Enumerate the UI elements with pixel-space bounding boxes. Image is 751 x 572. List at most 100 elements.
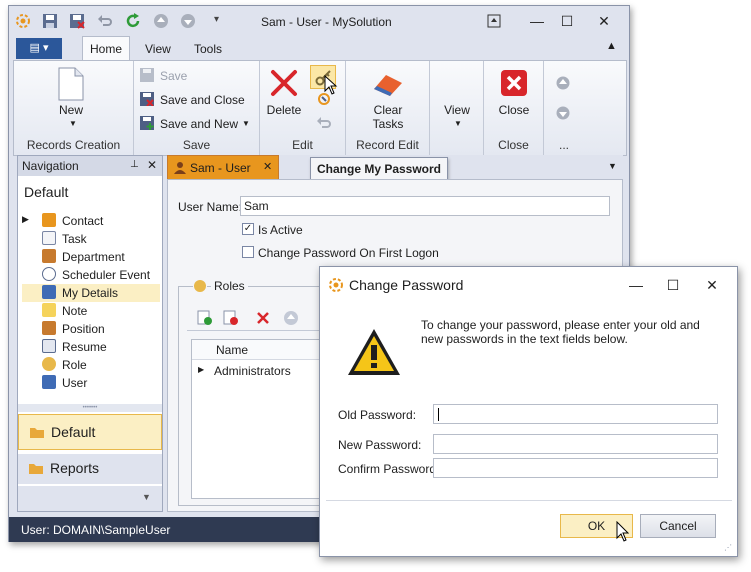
user-name-field[interactable]: Sam: [240, 196, 610, 216]
nav-item-task[interactable]: Task: [26, 230, 162, 248]
dialog-minimize-button[interactable]: —: [626, 275, 646, 295]
table-row[interactable]: ▶ Administrators: [192, 361, 320, 381]
change-password-dialog: Change Password — ☐ ✕ To change your pas…: [319, 266, 738, 557]
delete-icon: [271, 70, 297, 96]
tab-home[interactable]: Home: [82, 36, 130, 62]
delete-button[interactable]: Delete: [264, 103, 304, 117]
dialog-message: To change your password, please enter yo…: [421, 318, 700, 346]
my-details-icon: [42, 285, 56, 299]
ribbon-tab-row: ▤ ▾ Home View Tools ▲: [9, 36, 629, 62]
undo-icon[interactable]: [97, 13, 113, 29]
change-password-label: Change Password On First Logon: [258, 246, 439, 260]
nav-item-position[interactable]: Position: [26, 320, 162, 338]
warning-icon: [348, 329, 400, 375]
change-password-checkbox[interactable]: [242, 246, 254, 258]
dialog-title: Change Password: [349, 277, 464, 293]
navigation-panel: Navigation ⊥ ✕ Default ▶ Contact Task De…: [17, 155, 163, 512]
customize-toolbar-icon[interactable]: ▾: [214, 14, 219, 25]
tab-list-icon[interactable]: ▼: [608, 161, 617, 171]
mouse-cursor-icon: [324, 75, 338, 95]
pin-icon[interactable]: ⊥: [130, 159, 139, 170]
status-user: User: DOMAIN\SampleUser: [21, 523, 171, 537]
next-record-icon[interactable]: [180, 13, 196, 29]
new-dropdown-icon[interactable]: ▼: [69, 119, 77, 128]
nav-item-department[interactable]: Department: [26, 248, 162, 266]
group-label: Close: [498, 138, 529, 152]
close-button[interactable]: Close: [484, 103, 544, 117]
mouse-cursor-icon: [616, 521, 630, 542]
nav-options-icon[interactable]: ▼: [142, 492, 151, 502]
maximize-button[interactable]: ☐: [557, 11, 577, 31]
file-menu-button[interactable]: ▤ ▾: [16, 38, 62, 59]
department-icon: [42, 249, 56, 263]
new-password-field[interactable]: [433, 434, 718, 454]
user-icon: [42, 375, 56, 389]
save-and-new-dropdown-icon[interactable]: ▼: [242, 119, 250, 128]
clear-tasks-button[interactable]: Clear Tasks: [360, 103, 416, 131]
delete-role-icon[interactable]: [255, 310, 271, 326]
link-role-icon[interactable]: [197, 310, 213, 326]
ribbon: New ▼ Records Creation Save Save and Clo…: [13, 60, 627, 156]
save-and-new-button[interactable]: Save and New: [160, 117, 238, 131]
tab-view[interactable]: View: [145, 42, 171, 56]
previous-record-icon[interactable]: [153, 13, 169, 29]
nav-item-note[interactable]: Note: [26, 302, 162, 320]
next-object-icon[interactable]: [556, 106, 570, 120]
resize-grip-icon[interactable]: ⋰: [724, 543, 732, 552]
resume-icon: [42, 339, 56, 353]
new-button[interactable]: New: [49, 103, 93, 117]
undo-edit-icon[interactable]: [316, 115, 332, 131]
nav-item-user[interactable]: User: [26, 374, 162, 392]
previous-object-icon[interactable]: [556, 76, 570, 90]
group-view: View ▼: [430, 61, 484, 155]
clear-tasks-label-1: Clear: [373, 103, 403, 117]
old-password-field[interactable]: [433, 404, 718, 424]
view-button[interactable]: View: [430, 103, 484, 117]
nav-group-default[interactable]: Default: [18, 414, 162, 450]
splitter[interactable]: •••••••: [18, 404, 162, 412]
save-and-close-button[interactable]: Save and Close: [160, 93, 245, 107]
nav-item-contact[interactable]: Contact: [26, 212, 162, 230]
close-panel-icon[interactable]: ✕: [147, 158, 157, 172]
group-label: Record Edit: [356, 138, 419, 152]
confirm-password-label: Confirm Password:: [338, 462, 440, 476]
roles-nav-icon[interactable]: [283, 310, 299, 326]
save-button[interactable]: Save: [160, 69, 187, 83]
user-tab-icon: [174, 162, 186, 174]
eraser-icon: [374, 75, 402, 96]
view-dropdown-icon[interactable]: ▼: [454, 119, 462, 128]
save-icon[interactable]: [42, 13, 58, 29]
nav-item-role[interactable]: Role: [26, 356, 162, 374]
navigation-title: Navigation: [22, 159, 79, 173]
nav-group-reports[interactable]: Reports: [18, 454, 162, 484]
nav-footer: ▼: [18, 486, 162, 511]
nav-item-resume[interactable]: Resume: [26, 338, 162, 356]
group-label: Save: [182, 138, 211, 152]
close-window-button[interactable]: ✕: [594, 11, 614, 31]
minimize-button[interactable]: —: [527, 11, 547, 31]
dialog-close-button[interactable]: ✕: [702, 275, 722, 295]
close-tab-icon[interactable]: ✕: [263, 160, 272, 173]
dialog-maximize-button[interactable]: ☐: [663, 275, 683, 295]
new-document-icon: [58, 67, 84, 101]
group-records-creation: New ▼ Records Creation: [14, 61, 134, 155]
save-disabled-icon: [140, 68, 154, 82]
confirm-password-field[interactable]: [433, 458, 718, 478]
group-record-edit: Clear Tasks Record Edit: [346, 61, 430, 155]
unlink-role-icon[interactable]: [223, 310, 239, 326]
ribbon-display-icon[interactable]: [487, 14, 501, 28]
is-active-checkbox[interactable]: ✓: [242, 223, 254, 235]
nav-item-scheduler-event[interactable]: Scheduler Event: [26, 266, 162, 284]
scheduler-icon: [42, 267, 56, 281]
folder-icon: [29, 464, 43, 474]
tab-sam-user[interactable]: Sam - User ✕: [167, 155, 279, 180]
save-close-icon[interactable]: [69, 13, 85, 29]
collapse-ribbon-icon[interactable]: ▲: [606, 40, 617, 52]
refresh-icon[interactable]: [124, 12, 142, 30]
tab-tools[interactable]: Tools: [194, 42, 222, 56]
roles-grid-header: Name: [192, 340, 320, 360]
cancel-button[interactable]: Cancel: [640, 514, 716, 538]
nav-item-my-details[interactable]: My Details: [22, 284, 160, 302]
group-edit: Delete Edit: [260, 61, 346, 155]
column-name-header[interactable]: Name: [216, 343, 248, 357]
